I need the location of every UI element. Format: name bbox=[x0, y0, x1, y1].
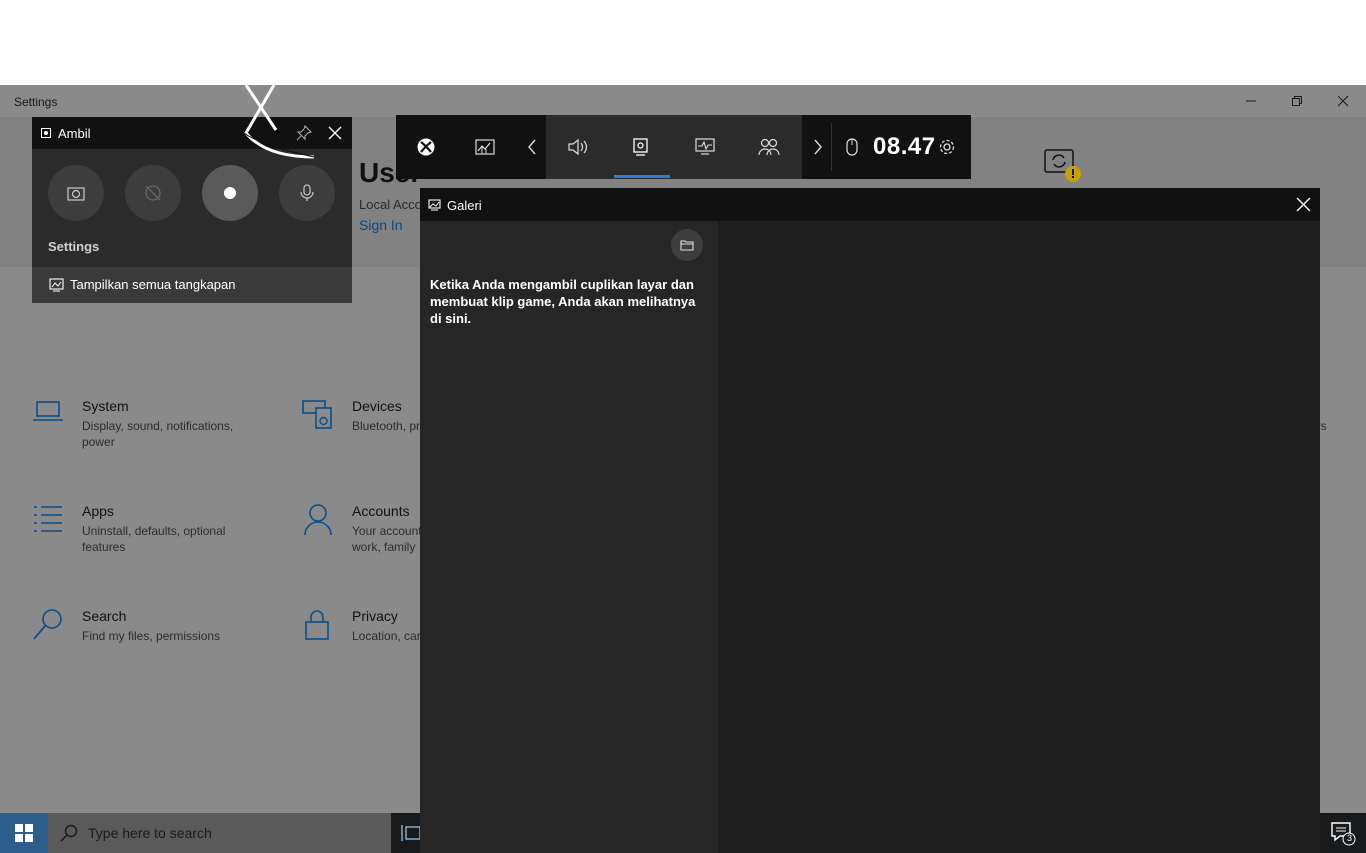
search-icon bbox=[33, 609, 62, 640]
capture-widget-button[interactable] bbox=[629, 135, 653, 159]
capture-title: Ambil bbox=[58, 126, 91, 141]
gallery-header: Galeri bbox=[420, 188, 1320, 221]
category-name: System bbox=[82, 398, 129, 414]
category-desc: Uninstall, defaults, optional features bbox=[82, 524, 226, 554]
category-name: Apps bbox=[82, 503, 114, 519]
audio-widget-button[interactable] bbox=[566, 135, 590, 159]
pen-cursor-icon bbox=[243, 85, 315, 159]
microphone-icon bbox=[300, 184, 314, 201]
taskbar-search-box[interactable]: Type here to search bbox=[48, 813, 391, 853]
category-name: Accounts bbox=[352, 503, 410, 519]
chevron-left-icon bbox=[528, 139, 536, 155]
search-icon bbox=[60, 824, 78, 842]
category-name: Privacy bbox=[352, 608, 398, 624]
minimize-button[interactable] bbox=[1228, 85, 1274, 117]
capture-settings-link[interactable]: Settings bbox=[48, 239, 99, 254]
mouse-icon bbox=[846, 138, 858, 156]
start-button[interactable] bbox=[0, 813, 48, 853]
sign-in-link[interactable]: Sign In bbox=[359, 217, 403, 233]
microphone-button[interactable] bbox=[279, 165, 335, 221]
game-bar: 08.47 bbox=[396, 115, 971, 179]
category-name: Devices bbox=[352, 398, 402, 414]
camera-small-icon bbox=[41, 128, 51, 138]
notification-icon bbox=[1331, 822, 1356, 846]
category-desc: Find my files, permissions bbox=[82, 629, 221, 643]
gamebar-settings-button[interactable] bbox=[935, 135, 959, 159]
people-icon bbox=[758, 138, 780, 156]
laptop-icon bbox=[33, 401, 63, 421]
mouse-toggle-button[interactable] bbox=[840, 135, 864, 159]
resources-widget-button[interactable] bbox=[693, 135, 717, 159]
gear-icon bbox=[939, 139, 955, 155]
open-folder-button[interactable] bbox=[671, 229, 703, 261]
record-last-button[interactable] bbox=[125, 165, 181, 221]
lock-icon bbox=[305, 610, 329, 640]
sync-warning-icon[interactable] bbox=[1044, 145, 1084, 190]
gallery-icon bbox=[428, 199, 441, 211]
clock: 08.47 bbox=[873, 133, 936, 160]
account-type: Local Acco bbox=[359, 197, 422, 212]
gallery-widget: Galeri Ketika Anda mengambil cuplikan la… bbox=[420, 188, 1320, 853]
notification-count: 3 bbox=[1347, 833, 1353, 843]
chevron-right-icon bbox=[814, 139, 822, 155]
record-last-icon bbox=[145, 185, 161, 201]
screenshot-button[interactable] bbox=[48, 165, 104, 221]
close-icon bbox=[1337, 95, 1349, 107]
restore-icon bbox=[1292, 96, 1302, 106]
speaker-icon bbox=[568, 138, 588, 156]
xbox-icon bbox=[417, 138, 435, 156]
show-all-label: Tampilkan semua tangkapan bbox=[70, 277, 236, 292]
close-icon[interactable] bbox=[328, 126, 342, 140]
empty-gallery-message: Ketika Anda mengambil cuplikan layar dan… bbox=[430, 277, 696, 326]
capture-icon bbox=[633, 138, 648, 156]
performance-widget-button[interactable] bbox=[473, 135, 497, 159]
record-dot-icon bbox=[224, 187, 236, 199]
keyboard-speaker-icon bbox=[302, 400, 332, 429]
gallery-icon bbox=[49, 278, 64, 292]
social-widget-button[interactable] bbox=[757, 135, 781, 159]
windows-logo-icon bbox=[15, 824, 33, 842]
category-name: Search bbox=[82, 608, 127, 624]
person-icon bbox=[304, 504, 332, 536]
folder-icon bbox=[680, 240, 694, 251]
show-all-captures-button[interactable]: Tampilkan semua tangkapan bbox=[32, 267, 352, 303]
category-desc: Display, sound, notifications, power bbox=[82, 419, 234, 449]
restore-button[interactable] bbox=[1274, 85, 1320, 117]
gallery-title: Galeri bbox=[447, 198, 482, 213]
divider bbox=[831, 123, 832, 171]
camera-icon bbox=[67, 187, 85, 201]
close-window-button[interactable] bbox=[1320, 85, 1366, 117]
monitor-chart-icon bbox=[695, 138, 715, 155]
minimize-icon bbox=[1246, 100, 1256, 102]
start-recording-button[interactable] bbox=[202, 165, 258, 221]
window-title: Settings bbox=[14, 95, 58, 109]
close-icon[interactable] bbox=[1296, 197, 1311, 212]
widget-strip bbox=[546, 115, 802, 179]
xbox-button[interactable] bbox=[414, 135, 438, 159]
settings-titlebar: Settings bbox=[0, 85, 1366, 117]
scroll-right-button[interactable] bbox=[806, 135, 830, 159]
list-icon bbox=[34, 506, 62, 532]
performance-icon bbox=[475, 139, 495, 155]
active-widget-indicator bbox=[614, 175, 670, 178]
action-center-button[interactable]: 3 bbox=[1320, 813, 1366, 853]
scroll-left-button[interactable] bbox=[520, 135, 544, 159]
search-placeholder: Type here to search bbox=[88, 825, 212, 841]
